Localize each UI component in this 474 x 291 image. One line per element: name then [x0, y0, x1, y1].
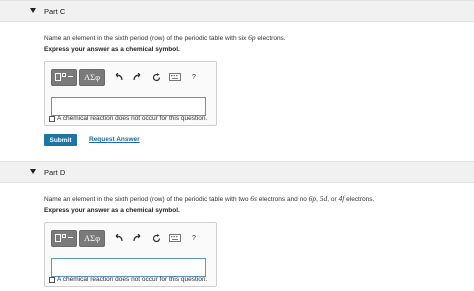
part-c-answer-input[interactable] — [51, 97, 206, 116]
submit-button[interactable]: Submit — [44, 134, 77, 146]
template-button[interactable] — [51, 68, 77, 86]
reset-icon[interactable] — [148, 69, 164, 86]
collapse-caret-icon[interactable] — [30, 169, 36, 174]
part-c-no-reaction[interactable]: A chemical reaction does not occur for t… — [49, 115, 207, 122]
part-d-title: Part D — [44, 168, 66, 177]
term-6p: 6p — [248, 33, 256, 42]
request-answer-link[interactable]: Request Answer — [89, 136, 140, 143]
undo-icon[interactable] — [110, 69, 126, 86]
template-icon — [55, 233, 73, 242]
no-reaction-checkbox[interactable] — [49, 276, 55, 283]
keyboard-icon[interactable] — [167, 69, 183, 86]
redo-icon[interactable] — [129, 230, 145, 247]
part-c-instruction: Express your answer as a chemical symbol… — [44, 46, 180, 53]
help-icon[interactable]: ? — [186, 69, 202, 86]
template-button[interactable] — [51, 229, 77, 247]
math-toolbar: ΑΣφ ? — [51, 229, 202, 247]
collapse-caret-icon[interactable] — [30, 8, 36, 13]
template-icon — [55, 72, 73, 81]
math-toolbar: ΑΣφ ? — [51, 68, 202, 86]
part-d-instruction: Express your answer as a chemical symbol… — [44, 207, 180, 214]
help-icon[interactable]: ? — [186, 230, 202, 247]
keyboard-icon[interactable] — [167, 230, 183, 247]
part-d-answer-input[interactable] — [51, 258, 206, 277]
reset-icon[interactable] — [148, 230, 164, 247]
part-c-question: Name an element in the sixth period (row… — [44, 33, 286, 42]
greek-symbols-button[interactable]: ΑΣφ — [79, 229, 105, 247]
part-d-question: Name an element in the sixth period (row… — [44, 194, 375, 203]
part-d-no-reaction[interactable]: A chemical reaction does not occur for t… — [49, 276, 207, 283]
part-d-header[interactable]: Part D — [0, 161, 474, 183]
redo-icon[interactable] — [129, 69, 145, 86]
greek-symbols-button[interactable]: ΑΣφ — [79, 68, 105, 86]
part-c-title: Part C — [44, 7, 66, 16]
no-reaction-label: A chemical reaction does not occur for t… — [57, 115, 208, 122]
undo-icon[interactable] — [110, 230, 126, 247]
no-reaction-checkbox[interactable] — [49, 115, 55, 122]
no-reaction-label: A chemical reaction does not occur for t… — [57, 276, 208, 283]
part-c-header[interactable]: Part C — [0, 0, 474, 22]
